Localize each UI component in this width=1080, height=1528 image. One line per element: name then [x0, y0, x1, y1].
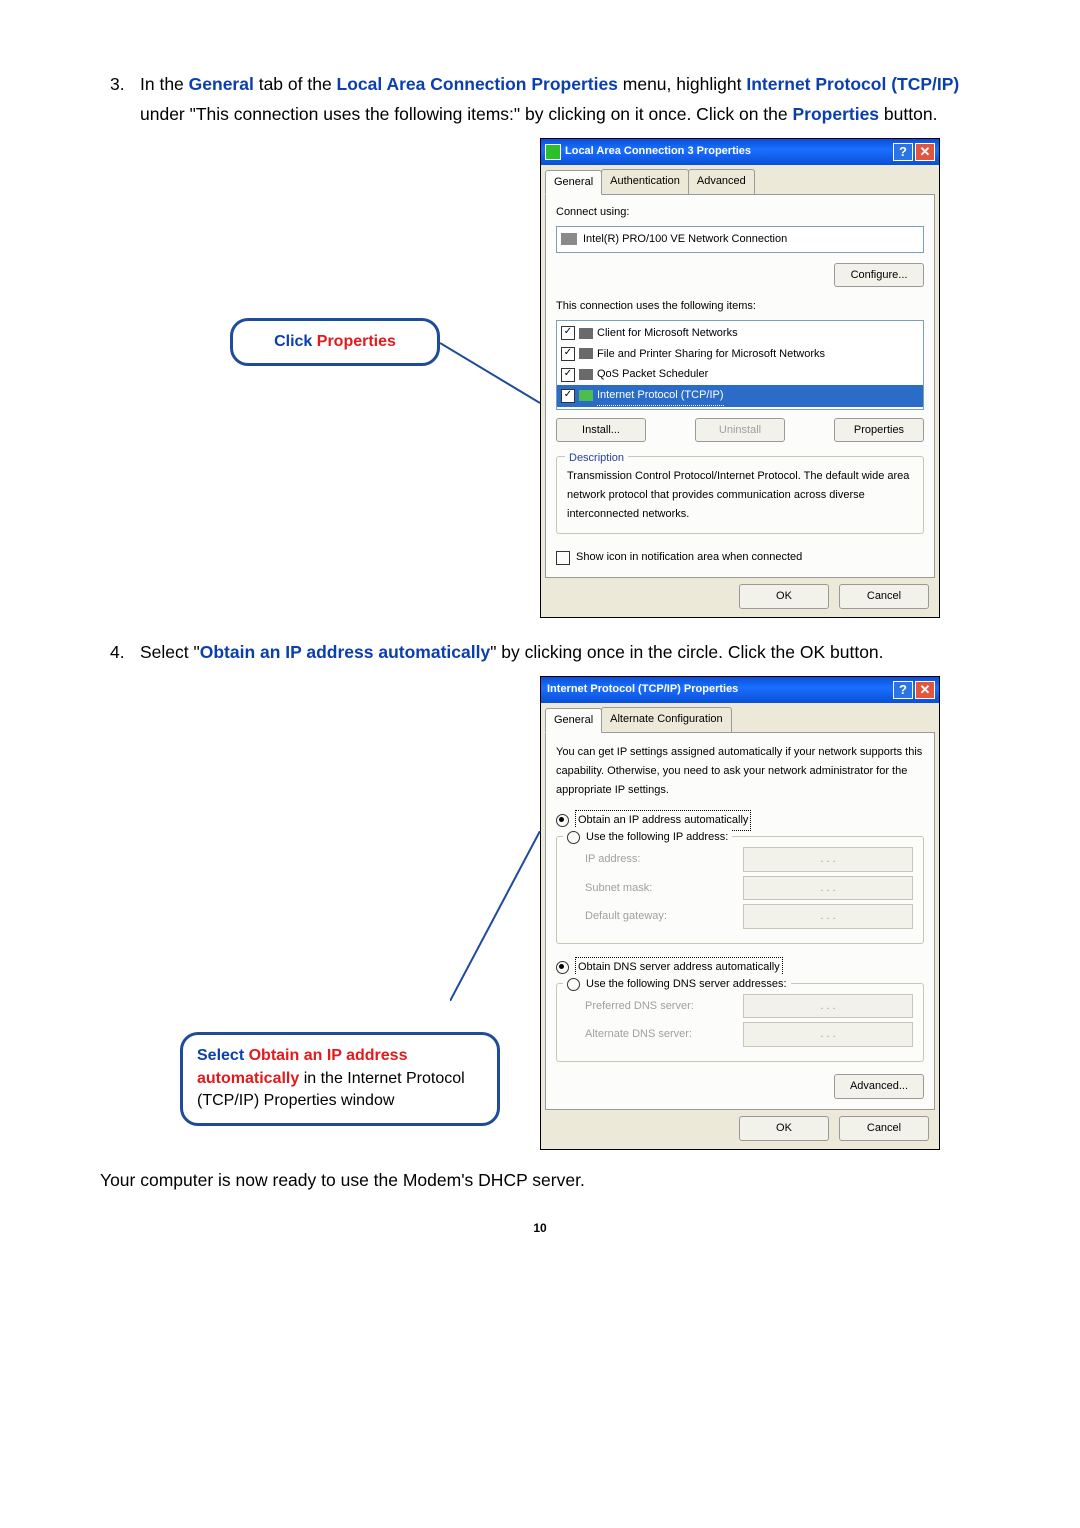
description-group: Description Transmission Control Protoco… — [556, 456, 924, 534]
default-gateway-label: Default gateway: — [585, 907, 743, 926]
list-item[interactable]: ✓ QoS Packet Scheduler — [557, 364, 923, 385]
list-item[interactable]: ✓ File and Printer Sharing for Microsoft… — [557, 344, 923, 365]
install-button[interactable]: Install... — [556, 418, 646, 443]
list-item-selected[interactable]: ✓ Internet Protocol (TCP/IP) — [557, 385, 923, 407]
radio-icon — [556, 961, 569, 974]
description-legend: Description — [565, 449, 628, 468]
subnet-mask-field[interactable]: . . . — [743, 876, 913, 901]
radio-icon — [567, 831, 580, 844]
cancel-button[interactable]: Cancel — [839, 1116, 929, 1141]
titlebar: Internet Protocol (TCP/IP) Properties ? … — [541, 677, 939, 703]
step-4: 4. Select "Obtain an IP address automati… — [100, 638, 980, 1150]
show-icon-checkbox[interactable] — [556, 551, 570, 565]
callout-obtain-ip: Select Obtain an IP address automaticall… — [180, 1032, 500, 1125]
connect-using-label: Connect using: — [556, 203, 924, 222]
use-ip-group: Use the following IP address: IP address… — [556, 836, 924, 944]
subnet-mask-label: Subnet mask: — [585, 879, 743, 898]
window-title: Internet Protocol (TCP/IP) Properties — [547, 680, 893, 699]
properties-button[interactable]: Properties — [834, 418, 924, 443]
lac-properties-dialog: Local Area Connection 3 Properties ? ✕ G… — [540, 138, 940, 618]
help-button[interactable]: ? — [893, 681, 913, 699]
client-icon — [579, 328, 593, 339]
tcpip-intro-text: You can get IP settings assigned automat… — [556, 743, 924, 799]
tab-altconf[interactable]: Alternate Configuration — [601, 707, 732, 733]
show-icon-label: Show icon in notification area when conn… — [576, 548, 802, 567]
checkbox[interactable]: ✓ — [561, 326, 575, 340]
checkbox[interactable]: ✓ — [561, 347, 575, 361]
checkbox[interactable]: ✓ — [561, 389, 575, 403]
window-title: Local Area Connection 3 Properties — [565, 142, 893, 161]
cancel-button[interactable]: Cancel — [839, 584, 929, 609]
items-label: This connection uses the following items… — [556, 297, 924, 316]
list-item[interactable]: ✓ Client for Microsoft Networks — [557, 323, 923, 344]
kw-properties: Properties — [792, 104, 879, 124]
step-3-number: 3. — [110, 70, 125, 100]
figure-2: Select Obtain an IP address automaticall… — [180, 676, 980, 1150]
tcpip-properties-dialog: Internet Protocol (TCP/IP) Properties ? … — [540, 676, 940, 1150]
service-icon — [579, 348, 593, 359]
nic-icon — [561, 233, 577, 245]
radio-use-ip[interactable]: Use the following IP address: — [563, 828, 732, 847]
close-button[interactable]: ✕ — [915, 681, 935, 699]
page-number: 10 — [100, 1221, 980, 1235]
close-button[interactable]: ✕ — [915, 143, 935, 161]
preferred-dns-field[interactable]: . . . — [743, 994, 913, 1019]
ip-address-label: IP address: — [585, 850, 743, 869]
tab-advanced[interactable]: Advanced — [688, 169, 755, 195]
advanced-button[interactable]: Advanced... — [834, 1074, 924, 1099]
nic-name: Intel(R) PRO/100 VE Network Connection — [583, 230, 787, 249]
closing-text: Your computer is now ready to use the Mo… — [100, 1170, 980, 1191]
alternate-dns-field[interactable]: . . . — [743, 1022, 913, 1047]
nic-field: Intel(R) PRO/100 VE Network Connection — [556, 226, 924, 253]
step-3: 3. In the General tab of the Local Area … — [100, 70, 980, 618]
tab-authentication[interactable]: Authentication — [601, 169, 689, 195]
ok-button[interactable]: OK — [739, 584, 829, 609]
qos-icon — [579, 369, 593, 380]
use-dns-group: Use the following DNS server addresses: … — [556, 983, 924, 1062]
checkbox[interactable]: ✓ — [561, 368, 575, 382]
alternate-dns-label: Alternate DNS server: — [585, 1025, 743, 1044]
tab-general[interactable]: General — [545, 708, 602, 734]
preferred-dns-label: Preferred DNS server: — [585, 997, 743, 1016]
kw-general: General — [189, 74, 254, 94]
titlebar: Local Area Connection 3 Properties ? ✕ — [541, 139, 939, 165]
network-icon — [545, 144, 561, 160]
tcpip-icon — [579, 390, 593, 401]
ok-button[interactable]: OK — [739, 1116, 829, 1141]
description-text: Transmission Control Protocol/Internet P… — [567, 467, 913, 523]
radio-icon — [567, 978, 580, 991]
radio-icon — [556, 814, 569, 827]
configure-button[interactable]: Configure... — [834, 263, 924, 288]
radio-use-dns[interactable]: Use the following DNS server addresses: — [563, 975, 791, 994]
default-gateway-field[interactable]: . . . — [743, 904, 913, 929]
tab-general[interactable]: General — [545, 170, 602, 196]
callout-click-properties: Click Properties — [230, 318, 440, 366]
figure-1: Click Properties Local Area Connection 3… — [180, 138, 980, 618]
items-listbox[interactable]: ✓ Client for Microsoft Networks ✓ File a… — [556, 320, 924, 410]
step-4-number: 4. — [110, 638, 125, 668]
kw-tcpip: Internet Protocol (TCP/IP) — [746, 74, 959, 94]
kw-lacprops: Local Area Connection Properties — [337, 74, 618, 94]
help-button[interactable]: ? — [893, 143, 913, 161]
kw-obtain-ip: Obtain an IP address automatically — [200, 642, 490, 662]
uninstall-button[interactable]: Uninstall — [695, 418, 785, 443]
ip-address-field[interactable]: . . . — [743, 847, 913, 872]
